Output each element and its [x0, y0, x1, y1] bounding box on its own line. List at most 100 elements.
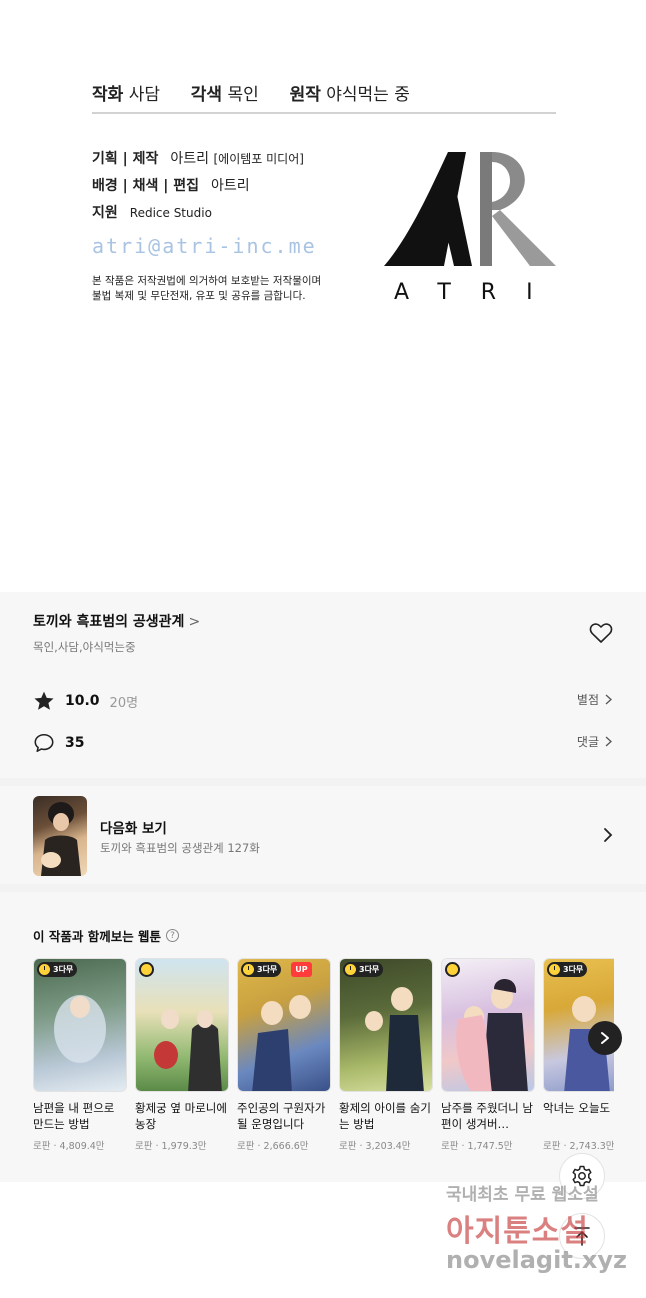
clock-icon: [445, 962, 460, 977]
cover-art: [54, 995, 106, 1063]
rating-row: 10.0 20명: [33, 690, 138, 712]
chevron-right-icon: [605, 694, 612, 705]
free-wait-badge: 3다무: [547, 962, 588, 977]
copyright-notice-line1: 본 작품은 저작권법에 의거하여 보호받는 저작물이며: [92, 275, 322, 287]
cover-art: [365, 987, 424, 1091]
recommendation-title-text[interactable]: 주인공의 구원자가 될 운명입니다: [237, 1100, 331, 1132]
recommendation-meta: 로판 · 1,979.3만: [135, 1141, 207, 1152]
credit-main-line: 작화 사담 각색 목인 원작 야식먹는 중: [92, 80, 410, 105]
cover-art: [252, 995, 311, 1091]
recommendation-cover[interactable]: [135, 958, 229, 1092]
recommendation-carousel[interactable]: 3다무 남편을 내 편으로 만드는 방법 로판 · 4,809.4만 황제궁 옆…: [33, 958, 614, 1158]
recommendation-card[interactable]: 황제궁 옆 마로니에 농장 로판 · 1,979.3만: [135, 958, 229, 1152]
credit-divider: [92, 112, 556, 114]
recommendation-title-text[interactable]: 황제의 아이를 숨기는 방법: [339, 1100, 433, 1132]
copyright-notice-line2: 불법 복제 및 무단전재, 유포 및 공유를 금합니다.: [92, 290, 306, 302]
original-name: 야식먹는 중: [326, 85, 410, 105]
badge-text: 3다무: [563, 965, 584, 974]
comments-link[interactable]: 댓글: [577, 733, 612, 750]
support-label: 지원: [92, 205, 118, 221]
rating-score: 10.0: [65, 693, 100, 709]
chevron-right-icon: [605, 736, 612, 747]
recommendation-heading: 이 작품과 함께보는 웹툰 ?: [33, 926, 180, 945]
badge-group: 3다무: [547, 962, 588, 977]
series-authors: 목인,사담,야식먹는중: [33, 640, 136, 654]
bg-name: 아트리: [211, 178, 250, 194]
carousel-next-button[interactable]: [588, 1021, 622, 1055]
clock-icon: [549, 964, 560, 975]
clock-icon: [345, 964, 356, 975]
clock-icon: [39, 964, 50, 975]
watermark-line3: novelagit.xyz: [446, 1246, 628, 1274]
chevron-right-icon: >: [188, 614, 201, 630]
clock-icon: [139, 962, 154, 977]
free-wait-badge: 3다무: [241, 962, 282, 977]
comments-count: 35: [65, 735, 85, 751]
badge-group: 3다무: [37, 962, 78, 977]
next-episode-thumbnail[interactable]: [33, 796, 87, 876]
rating-link[interactable]: 별점: [577, 691, 612, 708]
recommendation-meta: 로판 · 4,809.4만: [33, 1141, 105, 1152]
rating-link-label: 별점: [576, 693, 599, 707]
recommendation-cover[interactable]: 3다무: [33, 958, 127, 1092]
star-icon: [34, 691, 54, 710]
planning-name: 아트리: [170, 151, 210, 167]
recommendation-cover[interactable]: 3다무: [339, 958, 433, 1092]
recommendation-title-text[interactable]: 남편을 내 편으로 만드는 방법: [33, 1100, 127, 1132]
recommendation-card[interactable]: 3다무 남편을 내 편으로 만드는 방법 로판 · 4,809.4만: [33, 958, 127, 1152]
recommendation-title-text[interactable]: 남주를 주웠더니 남편이 생겨버…: [441, 1100, 535, 1132]
contact-email: atri@atri-inc.me: [92, 234, 317, 258]
planning-label: 기획 | 제작: [92, 151, 159, 167]
speech-bubble-icon: [34, 733, 54, 753]
chevron-right-icon: [601, 1032, 609, 1044]
heart-icon[interactable]: [589, 622, 613, 644]
comments-row: 35: [33, 732, 84, 754]
recommendation-card[interactable]: 3다무 악녀는 오늘도 겁다 로판 · 2,743.3만: [543, 958, 614, 1152]
support-credit: 지원 Redice Studio: [92, 202, 212, 222]
planning-credit: 기획 | 제작 아트리 [에이템포 미디어]: [92, 148, 304, 168]
comments-link-label: 댓글: [576, 735, 599, 749]
recommendation-meta: 로판 · 3,203.4만: [339, 1141, 411, 1152]
recommendation-meta: 로판 · 2,743.3만: [543, 1141, 614, 1152]
cover-art: [154, 1009, 222, 1091]
support-name: Redice Studio: [129, 206, 212, 220]
recommendation-title-text[interactable]: 황제궁 옆 마로니에 농장: [135, 1100, 229, 1132]
cover-art: [456, 978, 528, 1091]
badge-group: 3다무 UP: [241, 962, 312, 977]
next-episode-panel: [0, 786, 646, 884]
recommendation-title: 이 작품과 함께보는 웹툰: [33, 929, 162, 944]
recommendation-card[interactable]: 3다무 UP 주인공의 구원자가 될 운명입니다 로판 · 2,666.6만: [237, 958, 331, 1152]
adapt-label: 각색: [190, 85, 223, 105]
recommendation-cover[interactable]: [441, 958, 535, 1092]
chevron-right-icon[interactable]: [602, 826, 614, 844]
background-credit: 배경 | 채색 | 편집 아트리: [92, 175, 250, 195]
recommendation-meta: 로판 · 1,747.5만: [441, 1141, 513, 1152]
next-episode-subtitle: 토끼와 흑표범의 공생관계 127화: [100, 841, 260, 855]
watermark-line2: 아지툰소설: [446, 1214, 589, 1249]
next-episode-art: [41, 802, 81, 876]
help-icon[interactable]: ?: [166, 929, 180, 942]
up-badge: UP: [291, 962, 312, 977]
credits-page: 작화 사담 각색 목인 원작 야식먹는 중 기획 | 제작 아트리 [에이템포 미…: [0, 0, 646, 592]
series-title-link[interactable]: 토끼와 흑표범의 공생관계 >: [33, 611, 200, 631]
atri-logo-text: ATRI: [394, 280, 563, 305]
art-label: 작화: [92, 85, 124, 105]
next-episode-label[interactable]: 다음화 보기: [100, 817, 167, 837]
badge-text: 3다무: [53, 965, 74, 974]
original-label: 원작: [289, 85, 321, 105]
badge-text: 3다무: [359, 965, 380, 974]
adapt-name: 목인: [227, 85, 259, 105]
art-name: 사담: [128, 85, 160, 105]
bg-label: 배경 | 채색 | 편집: [92, 178, 200, 194]
clock-icon: [243, 964, 254, 975]
recommendation-card[interactable]: 남주를 주웠더니 남편이 생겨버… 로판 · 1,747.5만: [441, 958, 535, 1152]
planning-sub: [에이템포 미디어]: [213, 152, 304, 166]
rating-count: 20명: [109, 695, 139, 711]
free-wait-badge: 3다무: [343, 962, 384, 977]
recommendation-title-text[interactable]: 악녀는 오늘도 겁다: [543, 1100, 614, 1132]
watermark-line1: 국내최초 무료 웹소설: [446, 1185, 599, 1205]
series-title: 토끼와 흑표범의 공생관계: [33, 614, 185, 630]
recommendation-cover[interactable]: 3다무 UP: [237, 958, 331, 1092]
recommendation-card[interactable]: 3다무 황제의 아이를 숨기는 방법 로판 · 3,203.4만: [339, 958, 433, 1152]
recommendation-meta: 로판 · 2,666.6만: [237, 1141, 309, 1152]
